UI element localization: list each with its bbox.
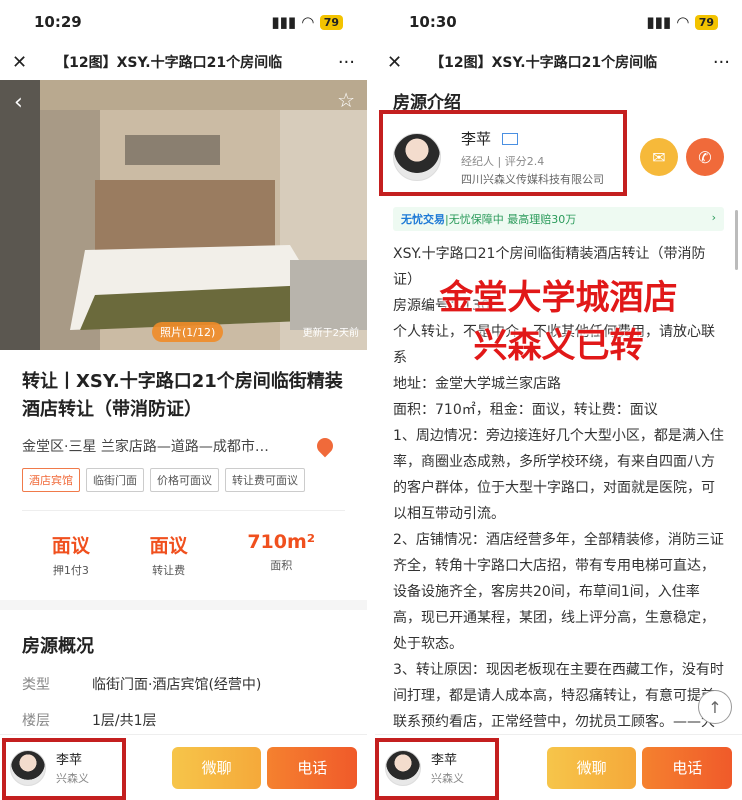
overview-value: 1层/共1层 — [92, 713, 157, 729]
status-bar: 10:29 ▮▮▮ ◠ 79 — [0, 0, 367, 44]
overview-value: 临街门面·酒店宾馆(经营中) — [92, 677, 262, 693]
overview-title: 房源概况 — [22, 636, 94, 657]
panel-divider — [367, 0, 375, 800]
photo-count-badge: 照片(1/12) — [152, 322, 224, 342]
scrollbar[interactable] — [735, 210, 738, 270]
nav-bar: ✕ 【12图】XSY.十字路口21个房间临 ··· — [0, 44, 367, 80]
chat-button[interactable]: 微聊 — [546, 746, 637, 789]
updated-label: 更新于2天前 — [302, 328, 359, 339]
tag: 价格可面议 — [150, 468, 219, 492]
tag: 酒店宾馆 — [22, 468, 80, 492]
desc-line: 2、店铺情况：酒店经营多年，全部精装修，消防三证齐全，转角十字路口大店招，带有专… — [393, 532, 724, 652]
hotel-room-image — [0, 80, 367, 350]
phone-icon: ✆ — [698, 147, 712, 167]
key-stats: 面议 押1付3 面议 转让费 710m² 面积 — [22, 510, 345, 594]
chat-button[interactable]: 微聊 — [171, 746, 262, 789]
signal-icon: ▮▮▮ — [646, 13, 672, 31]
signal-icon: ▮▮▮ — [271, 13, 297, 31]
status-bar: 10:30 ▮▮▮ ◠ 79 — [375, 0, 742, 44]
overview-row-floor: 楼层 1层/共1层 — [0, 694, 367, 730]
tag-list: 酒店宾馆 临街门面 价格可面议 转让费可面议 — [0, 456, 367, 492]
wifi-icon: ◠ — [302, 13, 314, 31]
overview-key: 楼层 — [22, 713, 50, 729]
section-divider — [0, 600, 367, 610]
more-icon[interactable]: ··· — [338, 52, 355, 73]
stat-rent: 面议 押1付3 — [51, 535, 90, 577]
stat-transfer-fee: 面议 转让费 — [149, 535, 188, 577]
highlight-box — [379, 110, 627, 196]
guarantee-text: |无忧保障中 最高理赔30万 — [445, 213, 577, 226]
phone-button[interactable]: ✆ — [686, 138, 724, 176]
close-icon[interactable]: ✕ — [12, 52, 27, 73]
address-row[interactable]: 金堂区·三星 兰家店路—道路—成都市… — [0, 424, 367, 458]
page-title: 【12图】XSY.十字路口21个房间临 — [55, 55, 283, 71]
call-button[interactable]: 电话 — [642, 746, 732, 789]
hero-photo[interactable]: ‹ ☆ 照片(1/12) 更新于2天前 — [0, 80, 367, 350]
address-text: 金堂区·三星 兰家店路—道路—成都市… — [22, 439, 269, 455]
status-time: 10:30 — [409, 13, 457, 31]
back-to-top-button[interactable]: ↑ — [698, 690, 732, 724]
desc-line: 面积：710㎡，租金：面议，转让费：面议 — [393, 402, 658, 418]
overlay-line-1: 金堂大学城酒店 — [439, 278, 678, 318]
guarantee-brand: 无忧交易 — [401, 213, 445, 226]
chevron-right-icon: › — [711, 211, 716, 224]
more-icon[interactable]: ··· — [713, 52, 730, 73]
wifi-icon: ◠ — [677, 13, 689, 31]
overview-key: 类型 — [22, 677, 50, 693]
map-pin-icon[interactable] — [313, 434, 337, 458]
battery-icon: 79 — [694, 14, 718, 30]
battery-icon: 79 — [319, 14, 343, 30]
tag: 转让费可面议 — [225, 468, 305, 492]
photo-back-icon[interactable]: ‹ — [14, 90, 23, 115]
arrow-up-icon: ↑ — [708, 697, 722, 717]
page-title: 【12图】XSY.十字路口21个房间临 — [430, 55, 658, 71]
desc-line: 地址：金堂大学城兰家店路 — [393, 376, 561, 392]
status-time: 10:29 — [34, 13, 82, 31]
listing-title: 转让丨XSY.十字路口21个房间临街精装酒店转让（带消防证） — [22, 371, 343, 420]
overview-row-type: 类型 临街门面·酒店宾馆(经营中) — [0, 658, 367, 694]
guarantee-banner[interactable]: 无忧交易|无忧保障中 最高理赔30万 › — [393, 207, 724, 231]
stat-area: 710m² 面积 — [247, 531, 316, 572]
highlight-box — [2, 738, 126, 800]
tag: 临街门面 — [86, 468, 144, 492]
right-screen: 10:30 ▮▮▮ ◠ 79 ✕ 【12图】XSY.十字路口21个房间临 ···… — [375, 0, 742, 800]
close-icon[interactable]: ✕ — [387, 52, 402, 73]
section-title: 房源介绍 — [393, 93, 461, 113]
message-button[interactable]: ✉ — [640, 138, 678, 176]
favorite-star-icon[interactable]: ☆ — [337, 88, 355, 112]
chat-bubble-icon: ✉ — [652, 147, 666, 167]
overlay-line-2: 兴森义已转 — [473, 326, 644, 366]
call-button[interactable]: 电话 — [267, 746, 357, 789]
left-screen: 10:29 ▮▮▮ ◠ 79 ✕ 【12图】XSY.十字路口21个房间临 ···… — [0, 0, 367, 800]
desc-line: 1、周边情况：旁边接连好几个大型小区，都是满入住率，商圈业态成熟，多所学校环绕，… — [393, 428, 724, 522]
highlight-box — [375, 738, 499, 800]
nav-bar: ✕ 【12图】XSY.十字路口21个房间临 ··· — [375, 44, 742, 80]
